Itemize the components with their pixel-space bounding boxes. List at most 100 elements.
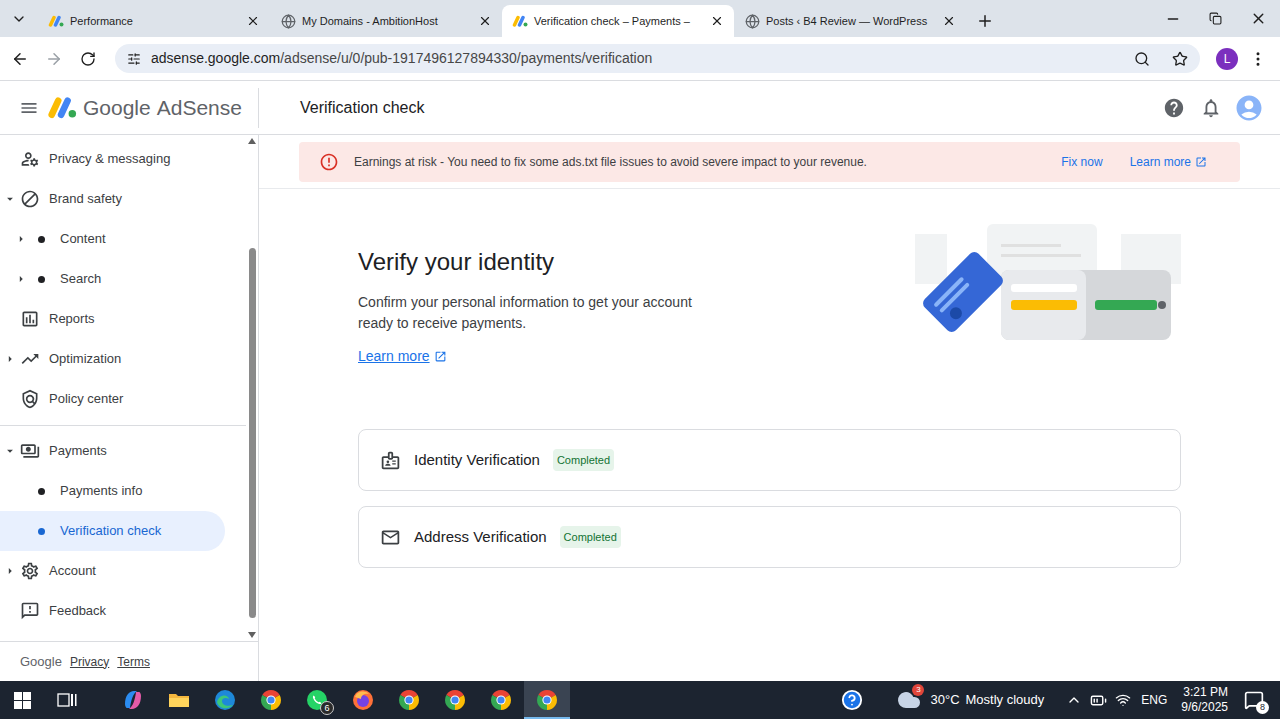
- tab-title[interactable]: Performance: [70, 13, 240, 30]
- caret-right-icon[interactable]: [3, 350, 17, 368]
- browser-tab[interactable]: My Domains - AmbitionHost: [270, 5, 502, 37]
- scrollbar[interactable]: [246, 135, 258, 641]
- caret-right-icon[interactable]: [3, 562, 17, 580]
- close-icon[interactable]: [478, 14, 492, 28]
- omnibox[interactable]: adsense.google.com/adsense/u/0/pub-19174…: [115, 44, 1200, 73]
- minimize-button[interactable]: [1151, 0, 1194, 37]
- alert-learn-more-link[interactable]: Learn more: [1130, 153, 1207, 171]
- adsense-logo-icon: [47, 96, 77, 119]
- forward-button[interactable]: [40, 45, 68, 73]
- sidebar-label[interactable]: Account: [49, 561, 96, 581]
- wifi-icon[interactable]: [1115, 692, 1131, 708]
- taskbar-app[interactable]: [248, 681, 294, 719]
- adsense-logo-icon: [48, 15, 64, 27]
- tab-search-button[interactable]: [0, 0, 38, 37]
- notifications-icon[interactable]: [1200, 97, 1222, 119]
- clock[interactable]: 3:21 PM9/6/2025: [1181, 685, 1228, 715]
- chrome-icon: [489, 688, 513, 712]
- adsense-logo[interactable]: GoogleAdSense: [47, 92, 242, 124]
- taskbar-app[interactable]: [478, 681, 524, 719]
- taskbar-app[interactable]: [386, 681, 432, 719]
- sidebar-label[interactable]: Optimization: [49, 349, 121, 369]
- fix-now-button[interactable]: Fix now: [1061, 153, 1102, 171]
- sidebar-label[interactable]: Feedback: [49, 601, 106, 621]
- sidebar-item[interactable]: Policy center: [0, 379, 225, 419]
- sidebar-item[interactable]: Payments: [0, 431, 225, 471]
- caret-right-icon[interactable]: [14, 270, 28, 288]
- copilot-icon: [121, 688, 145, 712]
- learn-more-link[interactable]: Learn more: [358, 346, 447, 367]
- verification-card[interactable]: Address VerificationCompleted: [358, 506, 1181, 568]
- sidebar-label[interactable]: Payments info: [60, 481, 142, 501]
- sidebar-label[interactable]: Search: [60, 269, 101, 289]
- help-icon[interactable]: [1163, 97, 1185, 119]
- sidebar-label[interactable]: Verification check: [60, 521, 161, 541]
- close-icon[interactable]: [942, 14, 956, 28]
- profile-avatar[interactable]: L: [1216, 48, 1238, 70]
- sidebar-item[interactable]: Account: [0, 551, 225, 591]
- battery-icon[interactable]: [1090, 692, 1107, 709]
- tab-title[interactable]: Verification check – Payments –: [534, 13, 704, 30]
- zoom-icon[interactable]: [1134, 51, 1150, 67]
- caret-right-icon[interactable]: [14, 230, 28, 248]
- tray-overflow-icon[interactable]: [1066, 692, 1082, 708]
- close-window-button[interactable]: [1237, 0, 1280, 37]
- bookmark-star-icon[interactable]: [1172, 51, 1188, 67]
- close-icon[interactable]: [246, 14, 260, 28]
- sidebar-item[interactable]: Reports: [0, 299, 225, 339]
- taskbar-app[interactable]: 6: [294, 681, 340, 719]
- browser-menu-button[interactable]: [1244, 45, 1272, 73]
- sidebar-label[interactable]: Policy center: [49, 389, 123, 409]
- sidebar-label[interactable]: Content: [60, 229, 106, 249]
- account-avatar-icon[interactable]: [1234, 93, 1264, 123]
- verification-card[interactable]: Identity VerificationCompleted: [358, 429, 1181, 491]
- sidebar-label[interactable]: Payments: [49, 441, 107, 461]
- sidebar-item[interactable]: Feedback: [0, 591, 225, 631]
- menu-icon[interactable]: [19, 98, 39, 118]
- help-tray-icon[interactable]: [841, 689, 863, 711]
- browser-tab[interactable]: Posts ‹ B4 Review — WordPress: [734, 5, 966, 37]
- back-button[interactable]: [6, 45, 34, 73]
- taskbar-app[interactable]: [340, 681, 386, 719]
- tab-title[interactable]: Posts ‹ B4 Review — WordPress: [766, 13, 936, 30]
- tab-title[interactable]: My Domains - AmbitionHost: [302, 13, 472, 30]
- sidebar-item[interactable]: Brand safety: [0, 179, 225, 219]
- sidebar-label[interactable]: Reports: [49, 309, 95, 329]
- new-tab-button[interactable]: [970, 5, 1000, 37]
- sidebar-item[interactable]: Search: [0, 259, 225, 299]
- scroll-up-icon[interactable]: [248, 138, 256, 144]
- close-icon[interactable]: [710, 14, 724, 28]
- verification-label[interactable]: Identity Verification: [414, 449, 540, 472]
- browser-tab[interactable]: Verification check – Payments –: [502, 5, 734, 37]
- url[interactable]: adsense.google.com/adsense/u/0/pub-19174…: [151, 48, 1124, 69]
- browser-tab[interactable]: Performance: [38, 5, 270, 37]
- language-indicator[interactable]: ENG: [1141, 691, 1167, 709]
- sidebar-item[interactable]: Privacy & messaging: [0, 139, 225, 179]
- reload-button[interactable]: [74, 45, 102, 73]
- footer-link[interactable]: Privacy: [70, 653, 109, 671]
- sidebar-label[interactable]: Brand safety: [49, 189, 122, 209]
- weather-widget[interactable]: 330°CMostly cloudy: [897, 681, 1044, 719]
- scroll-down-icon[interactable]: [248, 632, 256, 638]
- sidebar-item[interactable]: Content: [0, 219, 225, 259]
- scroll-thumb[interactable]: [249, 248, 256, 618]
- restore-button[interactable]: [1194, 0, 1237, 37]
- sidebar-item[interactable]: Optimization: [0, 339, 225, 379]
- start-button[interactable]: [0, 681, 44, 719]
- footer-link[interactable]: Terms: [117, 653, 150, 671]
- alert-banner: Earnings at risk - You need to fix some …: [299, 142, 1240, 182]
- caret-down-icon[interactable]: [3, 442, 17, 460]
- taskbar-app[interactable]: [524, 681, 570, 719]
- taskbar-app[interactable]: [432, 681, 478, 719]
- sidebar-label[interactable]: Privacy & messaging: [49, 149, 170, 169]
- sidebar-item[interactable]: Verification check: [0, 511, 225, 551]
- task-view-button[interactable]: [44, 681, 90, 719]
- taskbar-app[interactable]: [110, 681, 156, 719]
- taskbar-app[interactable]: [156, 681, 202, 719]
- taskbar-app[interactable]: [202, 681, 248, 719]
- sidebar-item[interactable]: Payments info: [0, 471, 225, 511]
- site-info-icon[interactable]: [127, 52, 141, 66]
- caret-down-icon[interactable]: [3, 190, 17, 208]
- notification-center[interactable]: 8: [1242, 681, 1266, 719]
- verification-label[interactable]: Address Verification: [414, 526, 547, 549]
